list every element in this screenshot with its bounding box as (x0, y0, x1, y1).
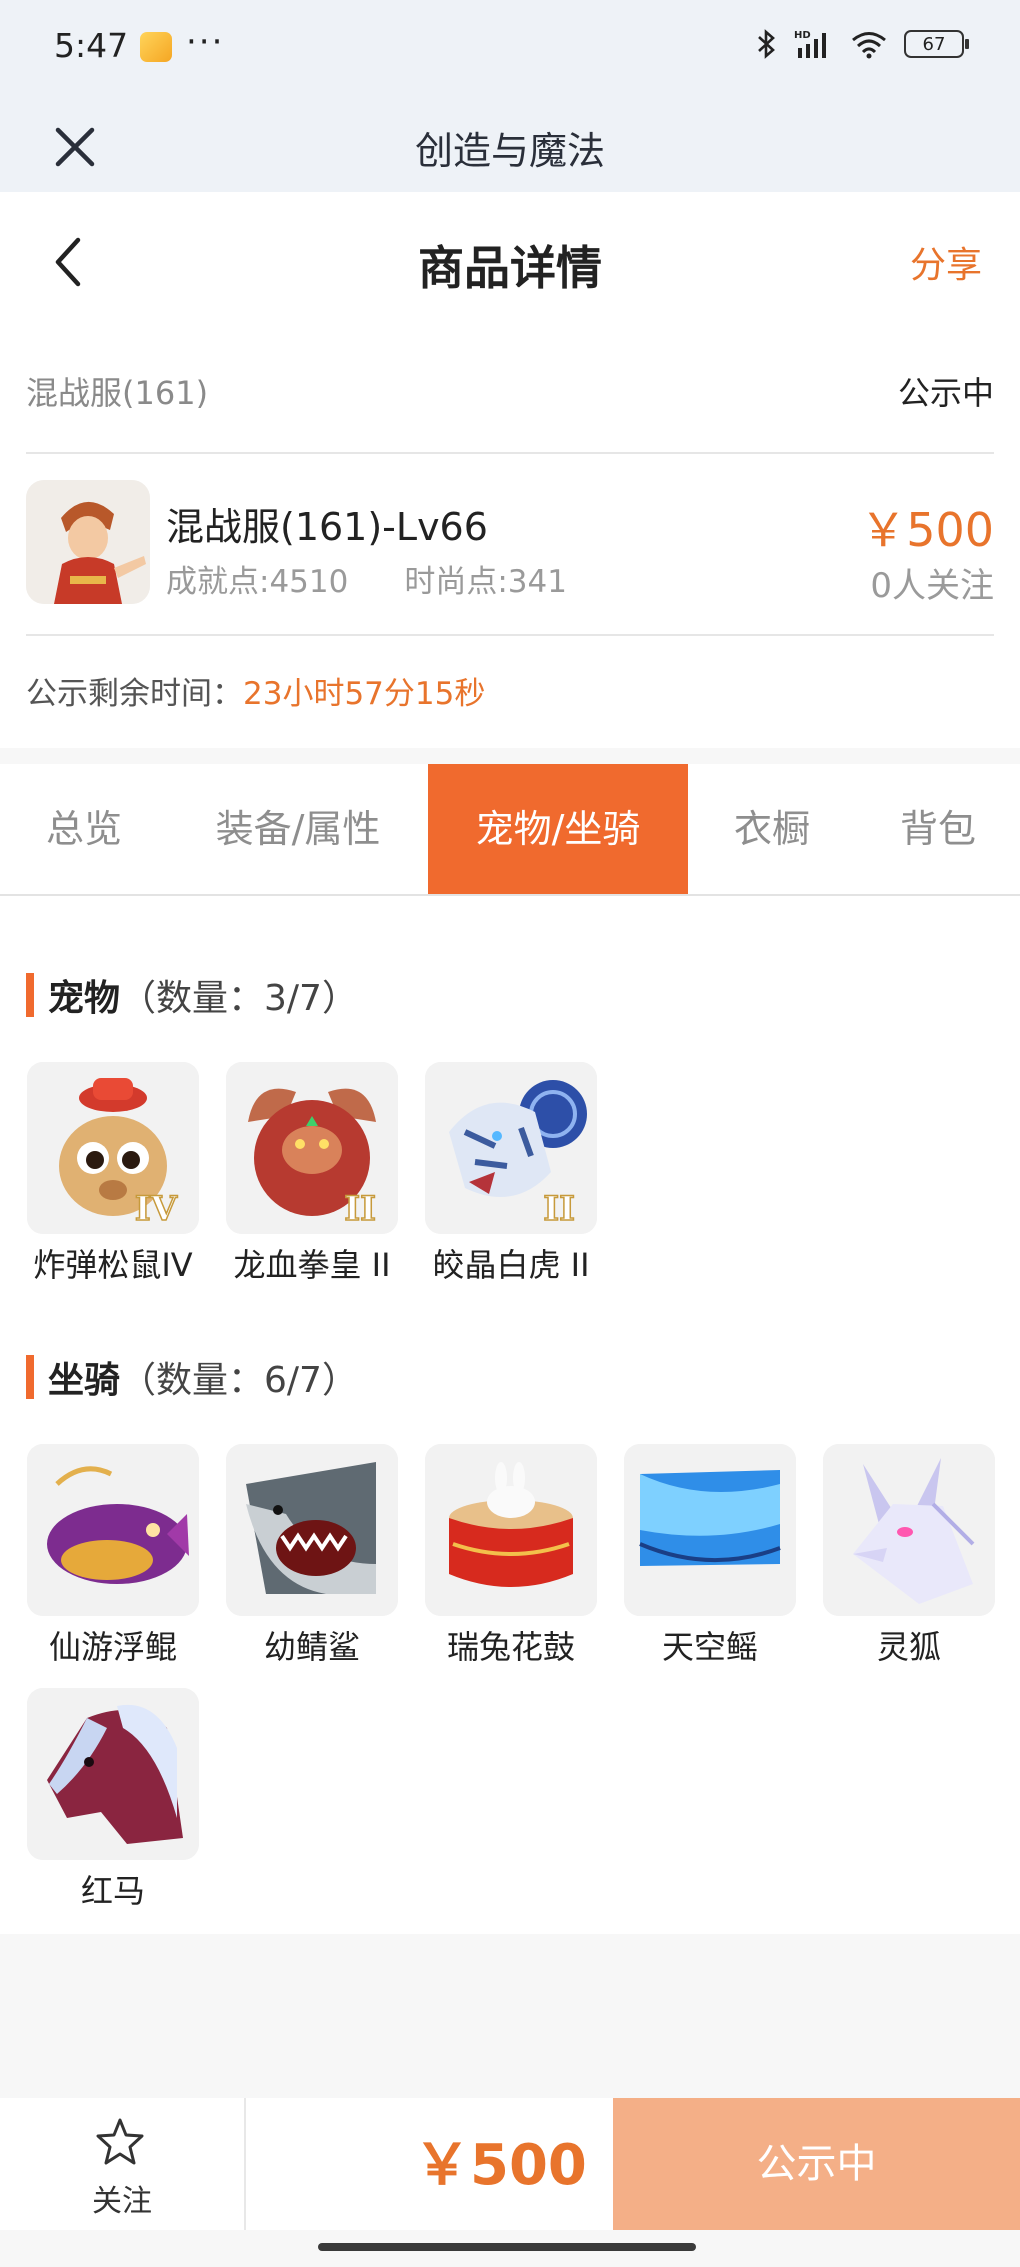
fashion-points: 时尚点:341 (404, 564, 567, 600)
mount-name: 红马 (80, 1872, 145, 1910)
server-name: 混战服(161) (26, 374, 209, 412)
mount-name: 天空鳐 (661, 1628, 758, 1666)
mount-image-rabbit-drum (425, 1444, 597, 1616)
bottom-price: ￥500 (414, 2133, 587, 2198)
pet-tile[interactable]: IV 炸弹松鼠IV (27, 1062, 199, 1286)
bluetooth-icon (758, 29, 775, 59)
pet-name: 皎晶白虎 II (432, 1246, 590, 1284)
follower-count: 0人关注 (870, 566, 994, 606)
tab-equipment[interactable]: 装备/属性 (168, 764, 428, 894)
mount-tile[interactable]: 瑞兔花鼓 (425, 1444, 597, 1668)
tab-pets-mounts[interactable]: 宠物/坐骑 (428, 764, 688, 894)
follow-label: 关注 (92, 2184, 152, 2219)
share-button[interactable]: 分享 (910, 236, 982, 288)
signal-icon: HD (794, 30, 826, 58)
mounts-count: （数量：6/7） (120, 1360, 358, 1401)
pets-section-title: 宠物 （数量：3/7） (26, 970, 358, 1020)
pet-rank-badge: II (344, 1189, 376, 1229)
pet-name: 龙血拳皇 II (233, 1246, 391, 1284)
tab-wardrobe[interactable]: 衣橱 (688, 764, 856, 894)
section-accent-bar (26, 1355, 34, 1399)
mount-image-sky-ray (624, 1444, 796, 1616)
product-summary: 混战服(161) 公示中 混战服(161)-Lv66 成就点:4510 时尚点:… (0, 328, 1020, 748)
publicity-status-button[interactable]: 公示中 (613, 2098, 1020, 2230)
status-bar: 5:47 ··· HD 67 (0, 0, 1020, 96)
avatar (26, 480, 150, 604)
achievement-points: 成就点:4510 (166, 564, 349, 600)
network-type-label: HD (794, 30, 811, 41)
app-bar: 创造与魔法 (0, 96, 1020, 192)
page-title: 商品详情 (418, 241, 602, 295)
status-time: 5:47 (54, 26, 129, 65)
home-indicator (318, 2243, 696, 2251)
divider (26, 452, 994, 454)
mount-image-spirit-fox (823, 1444, 995, 1616)
follow-button[interactable]: 关注 (0, 2098, 244, 2230)
notification-app-icon (140, 32, 172, 62)
mounts-title: 坐骑 (48, 1360, 121, 1401)
divider (244, 2098, 246, 2230)
pets-title: 宠物 (48, 978, 121, 1019)
mount-image-floating-kun (27, 1444, 199, 1616)
pet-image-dragon-boxer: II (226, 1062, 398, 1234)
status-badge: 公示中 (897, 374, 994, 412)
section-accent-bar (26, 973, 34, 1017)
mount-image-young-shark (226, 1444, 398, 1616)
item-stats: 成就点:4510 时尚点:341 (166, 556, 567, 601)
status-more-icon: ··· (186, 22, 225, 62)
battery-icon: 67 (904, 30, 969, 58)
tab-backpack[interactable]: 背包 (856, 764, 1020, 894)
countdown-label: 公示剩余时间： (26, 676, 243, 712)
mount-tile[interactable]: 仙游浮鲲 (27, 1444, 199, 1668)
pet-rank-badge: IV (135, 1189, 178, 1229)
mount-name: 灵狐 (876, 1628, 941, 1666)
star-icon (96, 2118, 144, 2165)
countdown-value: 23小时57分15秒 (243, 676, 486, 712)
pet-image-white-tiger: II (425, 1062, 597, 1234)
item-name: 混战服(161)-Lv66 (166, 505, 488, 549)
tab-overview[interactable]: 总览 (0, 764, 168, 894)
app-title: 创造与魔法 (414, 129, 605, 173)
wifi-icon (852, 32, 886, 59)
divider (26, 634, 994, 636)
server-row: 混战服(161) 公示中 (26, 368, 994, 428)
tab-bar: 总览 装备/属性 宠物/坐骑 衣橱 背包 (0, 764, 1020, 896)
bottom-action-bar: 关注 ￥500 公示中 (0, 2098, 1020, 2230)
countdown-row: 公示剩余时间：23小时57分15秒 (26, 668, 485, 713)
pet-name: 炸弹松鼠IV (33, 1246, 193, 1284)
mount-tile[interactable]: 灵狐 (823, 1444, 995, 1668)
mount-name: 瑞兔花鼓 (446, 1628, 575, 1666)
mount-image-red-horse (27, 1688, 199, 1860)
item-row: 混战服(161)-Lv66 成就点:4510 时尚点:341 ￥500 0人关注 (26, 480, 994, 610)
pet-rank-badge: II (543, 1189, 575, 1229)
mount-tile[interactable]: 红马 (27, 1688, 199, 1912)
mounts-section-title: 坐骑 （数量：6/7） (26, 1352, 358, 1402)
page-header: 商品详情 分享 (0, 192, 1020, 328)
mount-name: 仙游浮鲲 (48, 1628, 177, 1666)
pet-tile[interactable]: II 龙血拳皇 II (226, 1062, 398, 1286)
item-price: ￥500 (860, 503, 994, 557)
mount-tile[interactable]: 幼鲭鲨 (226, 1444, 398, 1668)
pet-image-bomb-squirrel: IV (27, 1062, 199, 1234)
status-icons: HD 67 (756, 28, 969, 60)
mount-name: 幼鲭鲨 (263, 1628, 360, 1666)
pets-count: （数量：3/7） (120, 978, 358, 1019)
pets-mounts-panel: 宠物 （数量：3/7） IV 炸弹松鼠IV II 龙血拳皇 II II 皎晶白虎… (0, 896, 1020, 1934)
mount-tile[interactable]: 天空鳐 (624, 1444, 796, 1668)
pet-tile[interactable]: II 皎晶白虎 II (425, 1062, 597, 1286)
